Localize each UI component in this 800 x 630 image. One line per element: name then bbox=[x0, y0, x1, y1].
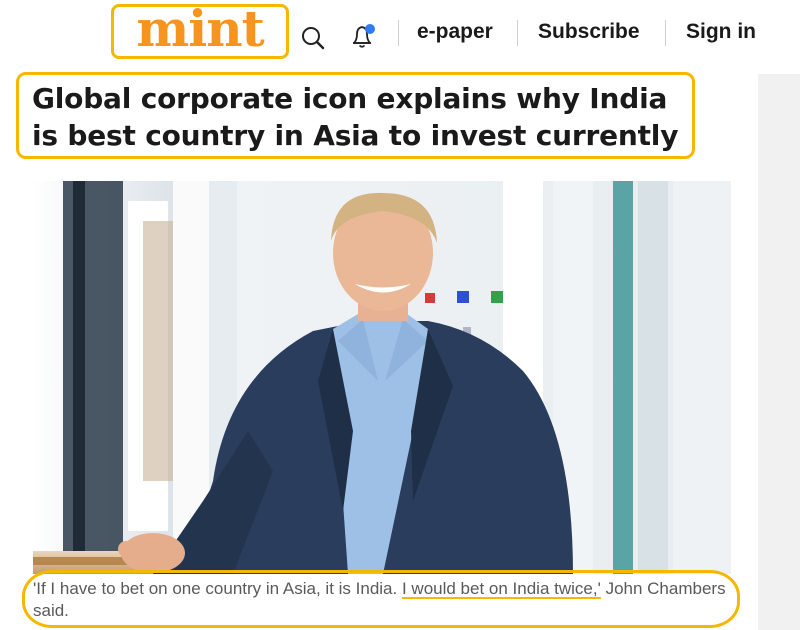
mint-logo[interactable]: mint bbox=[111, 0, 289, 59]
signin-link[interactable]: Sign in bbox=[686, 20, 756, 44]
page-side-background bbox=[758, 74, 800, 630]
caption-highlighted-quote: I would bet on India twice,' bbox=[401, 579, 601, 598]
photo-caption: 'If I have to bet on one country in Asia… bbox=[33, 578, 733, 622]
search-icon[interactable] bbox=[300, 25, 326, 51]
article-headline[interactable]: Global corporate icon explains why India… bbox=[32, 80, 692, 154]
caption-text: 'If I have to bet on one country in Asia… bbox=[33, 579, 402, 598]
epaper-link[interactable]: e-paper bbox=[417, 20, 493, 44]
nav-separator bbox=[398, 20, 399, 46]
bell-icon[interactable] bbox=[349, 22, 379, 50]
subscribe-link[interactable]: Subscribe bbox=[538, 20, 640, 44]
nav-separator bbox=[517, 20, 518, 46]
article-photo[interactable] bbox=[33, 181, 731, 574]
notification-dot bbox=[365, 24, 375, 34]
nav-separator bbox=[665, 20, 666, 46]
logo-text: mint bbox=[136, 0, 264, 58]
